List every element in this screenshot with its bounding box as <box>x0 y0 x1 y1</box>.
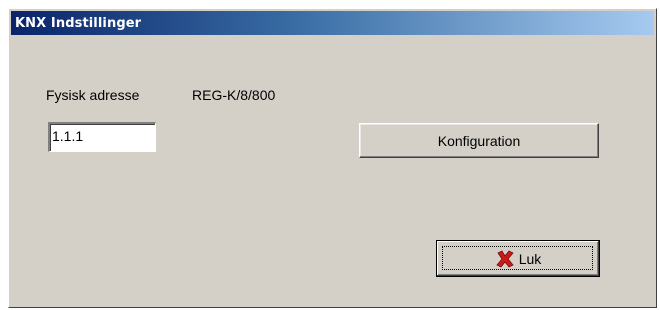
configuration-button[interactable]: Konfiguration <box>359 123 599 158</box>
close-button-label: Luk <box>518 250 542 267</box>
physical-address-input[interactable]: 1.1.1 <box>48 122 156 152</box>
close-button[interactable]: Luk <box>436 240 600 277</box>
dialog-title: KNX Indstillinger <box>15 15 142 31</box>
knx-settings-dialog: KNX Indstillinger Fysisk adresse REG-K/8… <box>8 8 657 308</box>
device-model-label: REG-K/8/800 <box>192 87 276 103</box>
configuration-button-label: Konfiguration <box>437 132 521 149</box>
title-bar[interactable]: KNX Indstillinger <box>11 11 654 35</box>
red-x-icon <box>496 249 514 268</box>
physical-address-label: Fysisk adresse <box>46 87 140 103</box>
